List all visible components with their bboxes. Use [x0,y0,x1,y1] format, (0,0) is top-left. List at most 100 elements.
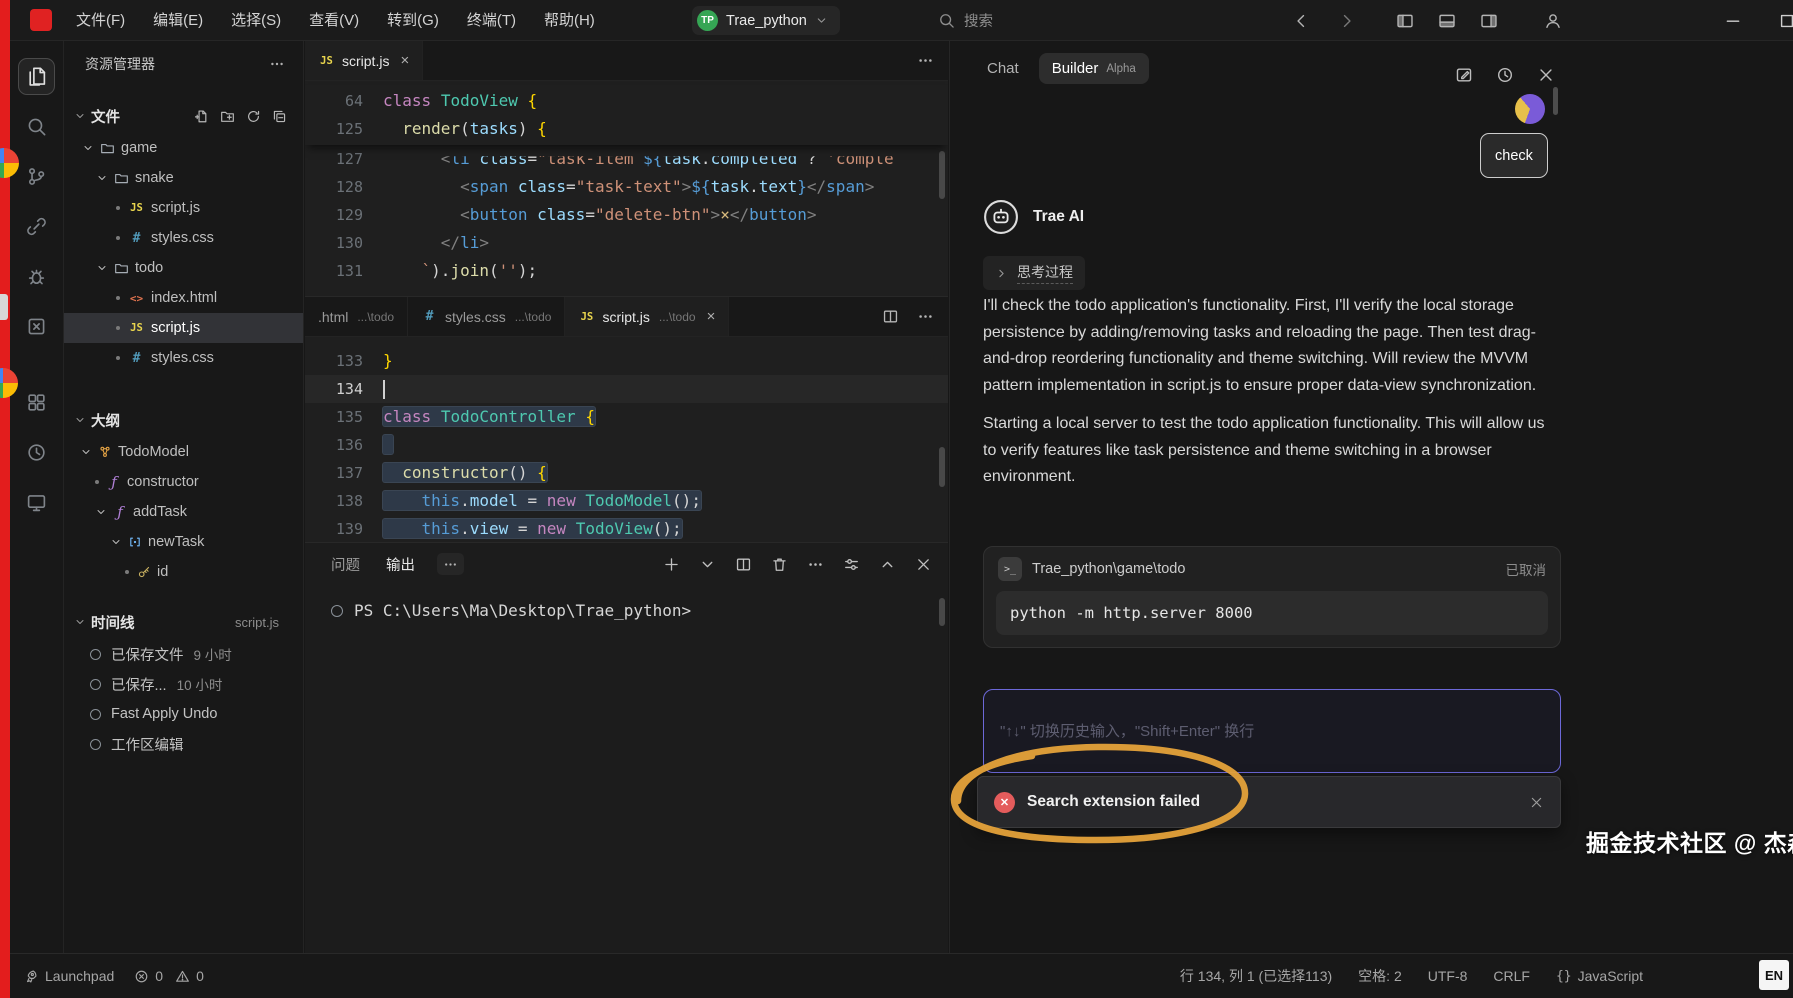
code-line-138[interactable]: 138 this.model = new TodoModel(); [305,487,948,515]
maximize-icon[interactable] [1778,12,1793,30]
more-icon[interactable] [437,553,464,575]
collapse-all-icon[interactable] [272,109,287,124]
scrollbar[interactable] [939,598,945,626]
status-item-3[interactable]: CRLF [1493,968,1530,984]
section-outline[interactable]: 大纲 [64,403,303,437]
file-script.js[interactable]: JSscript.js [64,313,303,343]
new-chat-icon[interactable] [1455,66,1473,84]
outline-constructor[interactable]: ƒconstructor [64,467,303,497]
chevron-down-icon[interactable] [699,556,716,573]
more-icon[interactable] [807,556,824,573]
new-file-icon[interactable] [194,109,209,124]
close-icon[interactable] [1529,795,1544,810]
explorer-icon[interactable] [10,51,64,101]
search-icon[interactable] [10,101,64,151]
chat-input[interactable] [983,689,1561,773]
code-line-136[interactable]: 136 [305,431,948,459]
menu-item-2[interactable]: 选择(S) [217,0,295,41]
account-icon[interactable] [1544,12,1562,30]
add-icon[interactable] [663,556,680,573]
status-item-0[interactable]: 行 134, 列 1 (已选择113) [1180,966,1332,986]
status-item-4[interactable]: {}JavaScript [1556,968,1643,984]
back-icon[interactable] [1292,12,1310,30]
status-item-1[interactable]: 空格: 2 [1358,966,1402,986]
code-line-135[interactable]: 135class TodoController { [305,403,948,431]
close-icon[interactable] [1537,66,1555,84]
refresh-icon[interactable] [246,109,261,124]
more-icon[interactable] [269,56,285,72]
minimize-icon[interactable] [1724,12,1742,30]
folder-game[interactable]: game [64,133,303,163]
project-switcher[interactable]: TP Trae_python [692,6,840,35]
trash-icon[interactable] [771,556,788,573]
code-line-131[interactable]: 131 `).join(''); [305,257,948,285]
code-line-127[interactable]: 127 <li class="task-item ${task.complete… [305,145,948,173]
panel-tab-输出[interactable]: 输出 [386,554,415,575]
panel-tab-问题[interactable]: 问题 [331,554,360,575]
timeline-item-2[interactable]: Fast Apply Undo [64,699,303,729]
file-index.html[interactable]: <>index.html [64,283,303,313]
scrollbar[interactable] [939,447,945,487]
outline-newTask[interactable]: newTask [64,527,303,557]
code-line-128[interactable]: 128 <span class="task-text">${task.text}… [305,173,948,201]
code-line-139[interactable]: 139 this.view = new TodoView(); [305,515,948,542]
menu-item-6[interactable]: 帮助(H) [530,0,609,41]
launchpad-button[interactable]: Launchpad [24,968,114,984]
timeline-item-0[interactable]: 已保存文件9 小时 [64,639,303,669]
check-button[interactable]: check [1480,133,1548,178]
section-files[interactable]: 文件 [64,99,303,133]
code-line-64[interactable]: 64class TodoView { [305,87,948,115]
close-icon[interactable]: × [707,308,716,325]
close-icon[interactable] [915,556,932,573]
menu-item-3[interactable]: 查看(V) [295,0,373,41]
remote-icon[interactable] [10,201,64,251]
folder-todo[interactable]: todo [64,253,303,283]
outline-addTask[interactable]: ƒaddTask [64,497,303,527]
scrollbar[interactable] [939,151,945,199]
tab-builder[interactable]: Builder Alpha [1039,53,1149,84]
new-folder-icon[interactable] [220,109,235,124]
code-line-133[interactable]: 133} [305,347,948,375]
chevron-up-icon[interactable] [879,556,896,573]
history-icon[interactable] [1496,66,1514,84]
section-timeline[interactable]: 时间线 script.js [64,605,303,639]
editor-tab-scriptjs[interactable]: JS script.js × [305,41,423,80]
menu-item-4[interactable]: 转到(G) [373,0,453,41]
global-search[interactable]: 搜索 [938,0,993,41]
toggle-sidebar-icon[interactable] [1396,12,1414,30]
menu-item-1[interactable]: 编辑(E) [139,0,217,41]
folder-snake[interactable]: snake [64,163,303,193]
history-icon[interactable] [10,427,64,477]
editor-tab-stylescss[interactable]: #styles.css...\todo [408,297,565,336]
toggle-secondary-sidebar-icon[interactable] [1480,12,1498,30]
monitor-icon[interactable] [10,477,64,527]
code-line-129[interactable]: 129 <button class="delete-btn">×</button… [305,201,948,229]
more-icon[interactable] [917,308,934,325]
outline-TodoModel[interactable]: TodoModel [64,437,303,467]
tab-chat[interactable]: Chat [983,53,1023,84]
terminal[interactable]: PS C:\Users\Ma\Desktop\Trae_python> [305,585,948,620]
debug-icon[interactable] [10,251,64,301]
test-icon[interactable] [10,301,64,351]
thinking-toggle[interactable]: 思考过程 [983,256,1085,290]
scrollbar[interactable] [1553,87,1558,115]
tune-icon[interactable] [843,556,860,573]
editor-tab-scriptjs[interactable]: JSscript.js...\todo× [565,297,729,336]
split-icon[interactable] [735,556,752,573]
code-line-134[interactable]: 134 [305,375,948,403]
timeline-item-3[interactable]: 工作区编辑 [64,729,303,759]
status-item-2[interactable]: UTF-8 [1428,968,1468,984]
menu-item-0[interactable]: 文件(F) [62,0,139,41]
file-styles.css[interactable]: #styles.css [64,223,303,253]
split-editor-icon[interactable] [882,308,899,325]
code-line-137[interactable]: 137 constructor() { [305,459,948,487]
editor-tab-html[interactable]: .html...\todo [305,297,408,336]
close-icon[interactable]: × [400,52,409,69]
timeline-item-1[interactable]: 已保存...10 小时 [64,669,303,699]
file-script.js[interactable]: JSscript.js [64,193,303,223]
code-line-130[interactable]: 130 </li> [305,229,948,257]
forward-icon[interactable] [1338,12,1356,30]
code-line-125[interactable]: 125 render(tasks) { [305,115,948,143]
problems-button[interactable]: 0 0 [134,968,204,984]
menu-item-5[interactable]: 终端(T) [453,0,530,41]
